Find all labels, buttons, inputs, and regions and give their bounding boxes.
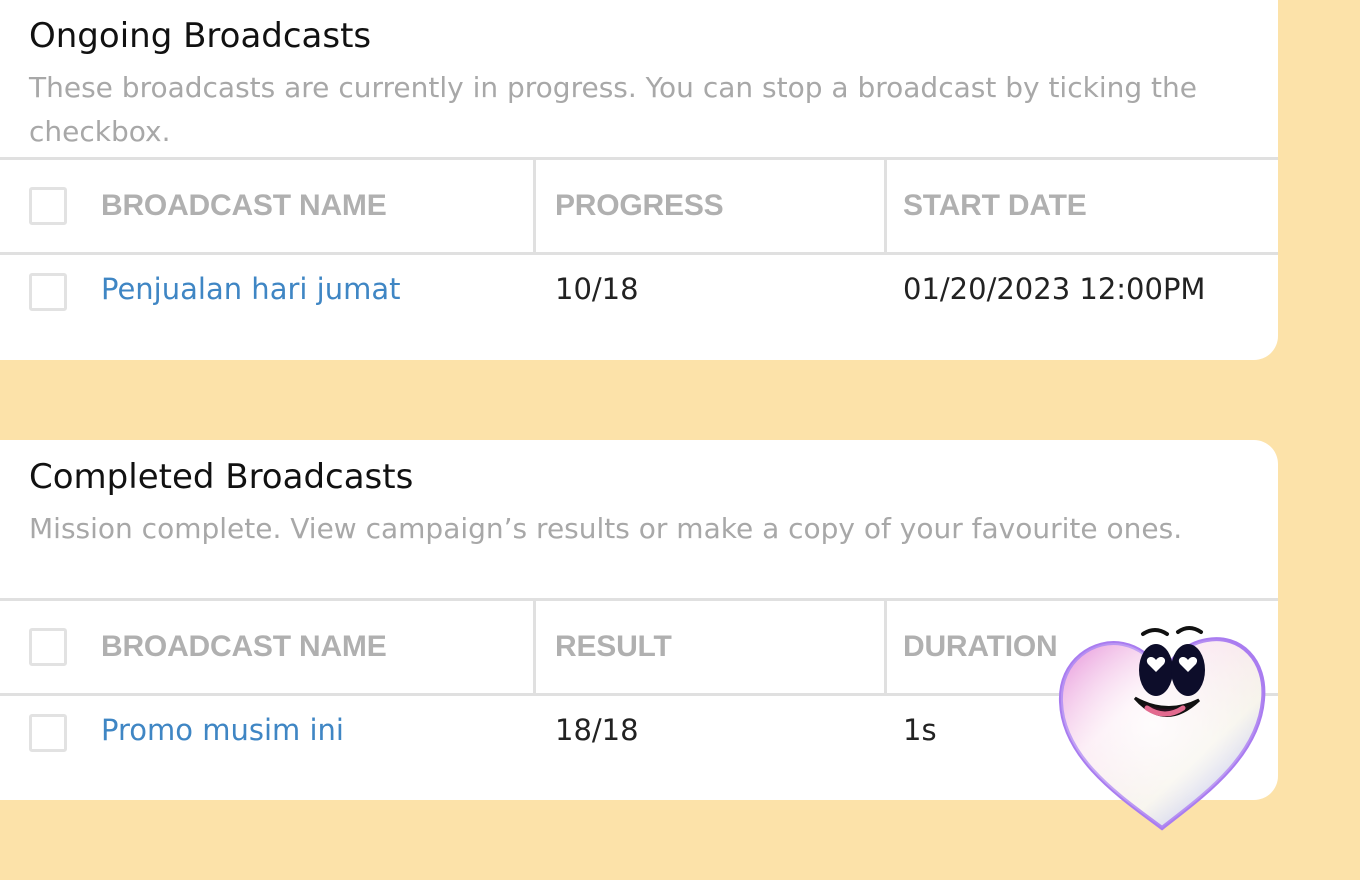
heart-mascot-icon (1058, 626, 1266, 831)
select-all-checkbox[interactable] (29, 628, 67, 666)
column-divider (533, 160, 536, 252)
start-date-value: 01/20/2023 12:00PM (903, 272, 1206, 306)
select-all-checkbox[interactable] (29, 187, 67, 225)
completed-description: Mission complete. View campaign’s result… (29, 512, 1183, 545)
broadcast-name-link[interactable]: Penjualan hari jumat (101, 272, 401, 306)
column-header-progress[interactable]: PROGRESS (555, 189, 724, 223)
column-divider (533, 601, 536, 693)
completed-title: Completed Broadcasts (29, 457, 414, 497)
row-checkbox[interactable] (29, 714, 67, 752)
table-row: Penjualan hari jumat 10/18 01/20/2023 12… (0, 255, 1278, 349)
ongoing-description: These broadcasts are currently in progre… (29, 71, 1197, 148)
result-value: 18/18 (555, 713, 639, 747)
broadcast-name-link[interactable]: Promo musim ini (101, 713, 344, 747)
column-header-duration[interactable]: DURATION (903, 630, 1058, 664)
ongoing-title: Ongoing Broadcasts (29, 16, 372, 56)
column-divider (884, 160, 887, 252)
progress-value: 10/18 (555, 272, 639, 306)
column-header-broadcast-name[interactable]: BROADCAST NAME (101, 189, 387, 223)
duration-value: 1s (903, 713, 937, 747)
column-header-result[interactable]: RESULT (555, 630, 672, 664)
column-header-start-date[interactable]: START DATE (903, 189, 1087, 223)
column-divider (884, 601, 887, 693)
row-checkbox[interactable] (29, 273, 67, 311)
ongoing-broadcasts-card: Ongoing Broadcasts These broadcasts are … (0, 0, 1278, 360)
ongoing-table: BROADCAST NAME PROGRESS START DATE Penju… (0, 157, 1278, 349)
column-header-broadcast-name[interactable]: BROADCAST NAME (101, 630, 387, 664)
table-header-row: BROADCAST NAME PROGRESS START DATE (0, 157, 1278, 255)
